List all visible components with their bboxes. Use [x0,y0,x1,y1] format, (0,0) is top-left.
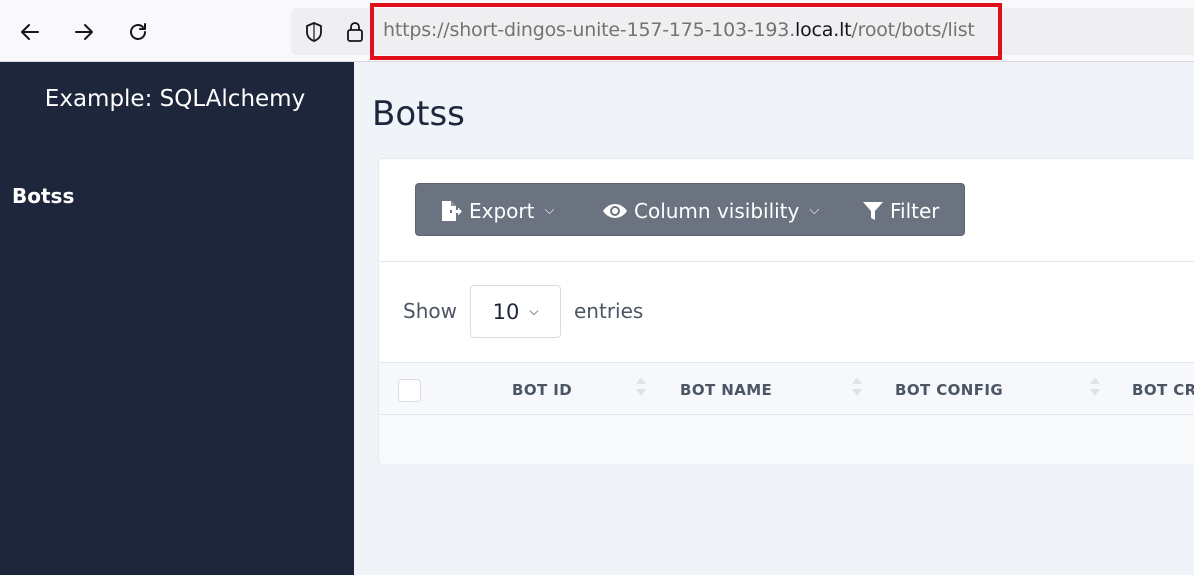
entries-value: 10 [492,299,520,324]
filter-button[interactable]: Filter [862,184,940,237]
column-visibility-button[interactable]: Column visibility ⌵ [602,184,819,237]
column-header-bot-id[interactable]: BOT ID [512,381,572,399]
arrow-right-icon [75,24,93,40]
entries-label: entries [574,299,644,323]
back-button[interactable] [14,16,46,48]
export-button[interactable]: Export ⌵ [439,184,554,237]
reload-icon [130,23,146,40]
chevron-down-icon: ⌵ [544,203,555,218]
chevron-down-icon: ⌵ [809,203,820,218]
column-visibility-label: Column visibility [634,198,800,223]
url-prefix: https://short-dingos-unite-157-175-103-1… [383,19,796,41]
sidebar: Example: SQLAlchemy Botss [0,62,354,575]
column-header-bot-created[interactable]: BOT CRE [1132,381,1194,399]
shield-icon[interactable] [302,20,326,44]
select-all-checkbox[interactable] [398,379,421,402]
card-divider [379,261,1194,262]
sidebar-item-botss[interactable]: Botss [12,184,74,208]
forward-button[interactable] [68,16,100,48]
sort-icon[interactable] [1090,377,1100,403]
table-header: BOT ID BOT NAME BOT CONFIG BOT CRE [379,362,1194,415]
table-body [379,415,1194,464]
entries-per-page-select[interactable]: 10 ⌵ [470,285,561,338]
file-export-icon [442,200,462,221]
column-header-bot-name[interactable]: BOT NAME [680,381,772,399]
arrow-left-icon [21,24,39,40]
browser-toolbar: https://short-dingos-unite-157-175-103-1… [0,0,1194,62]
toolbar-button-group: Export ⌵ Column visibility ⌵ Filter [415,183,965,236]
export-label: Export [469,198,535,223]
filter-icon [863,201,883,220]
reload-button[interactable] [122,16,154,48]
sort-icon[interactable] [852,377,862,403]
table-card: Export ⌵ Column visibility ⌵ Filter Show… [378,158,1194,464]
lock-icon[interactable] [343,20,367,44]
filter-label: Filter [890,198,940,223]
sort-icon[interactable] [636,377,646,403]
column-header-bot-config[interactable]: BOT CONFIG [895,381,1003,399]
chevron-down-icon: ⌵ [529,304,539,318]
eye-icon [603,203,627,218]
brand-title[interactable]: Example: SQLAlchemy [0,86,350,112]
url-domain: loca.lt [795,19,852,41]
url-text[interactable]: https://short-dingos-unite-157-175-103-1… [383,19,975,41]
page-title: Botss [372,94,465,134]
url-path: /root/bots/list [851,19,975,41]
show-label: Show [403,299,457,323]
